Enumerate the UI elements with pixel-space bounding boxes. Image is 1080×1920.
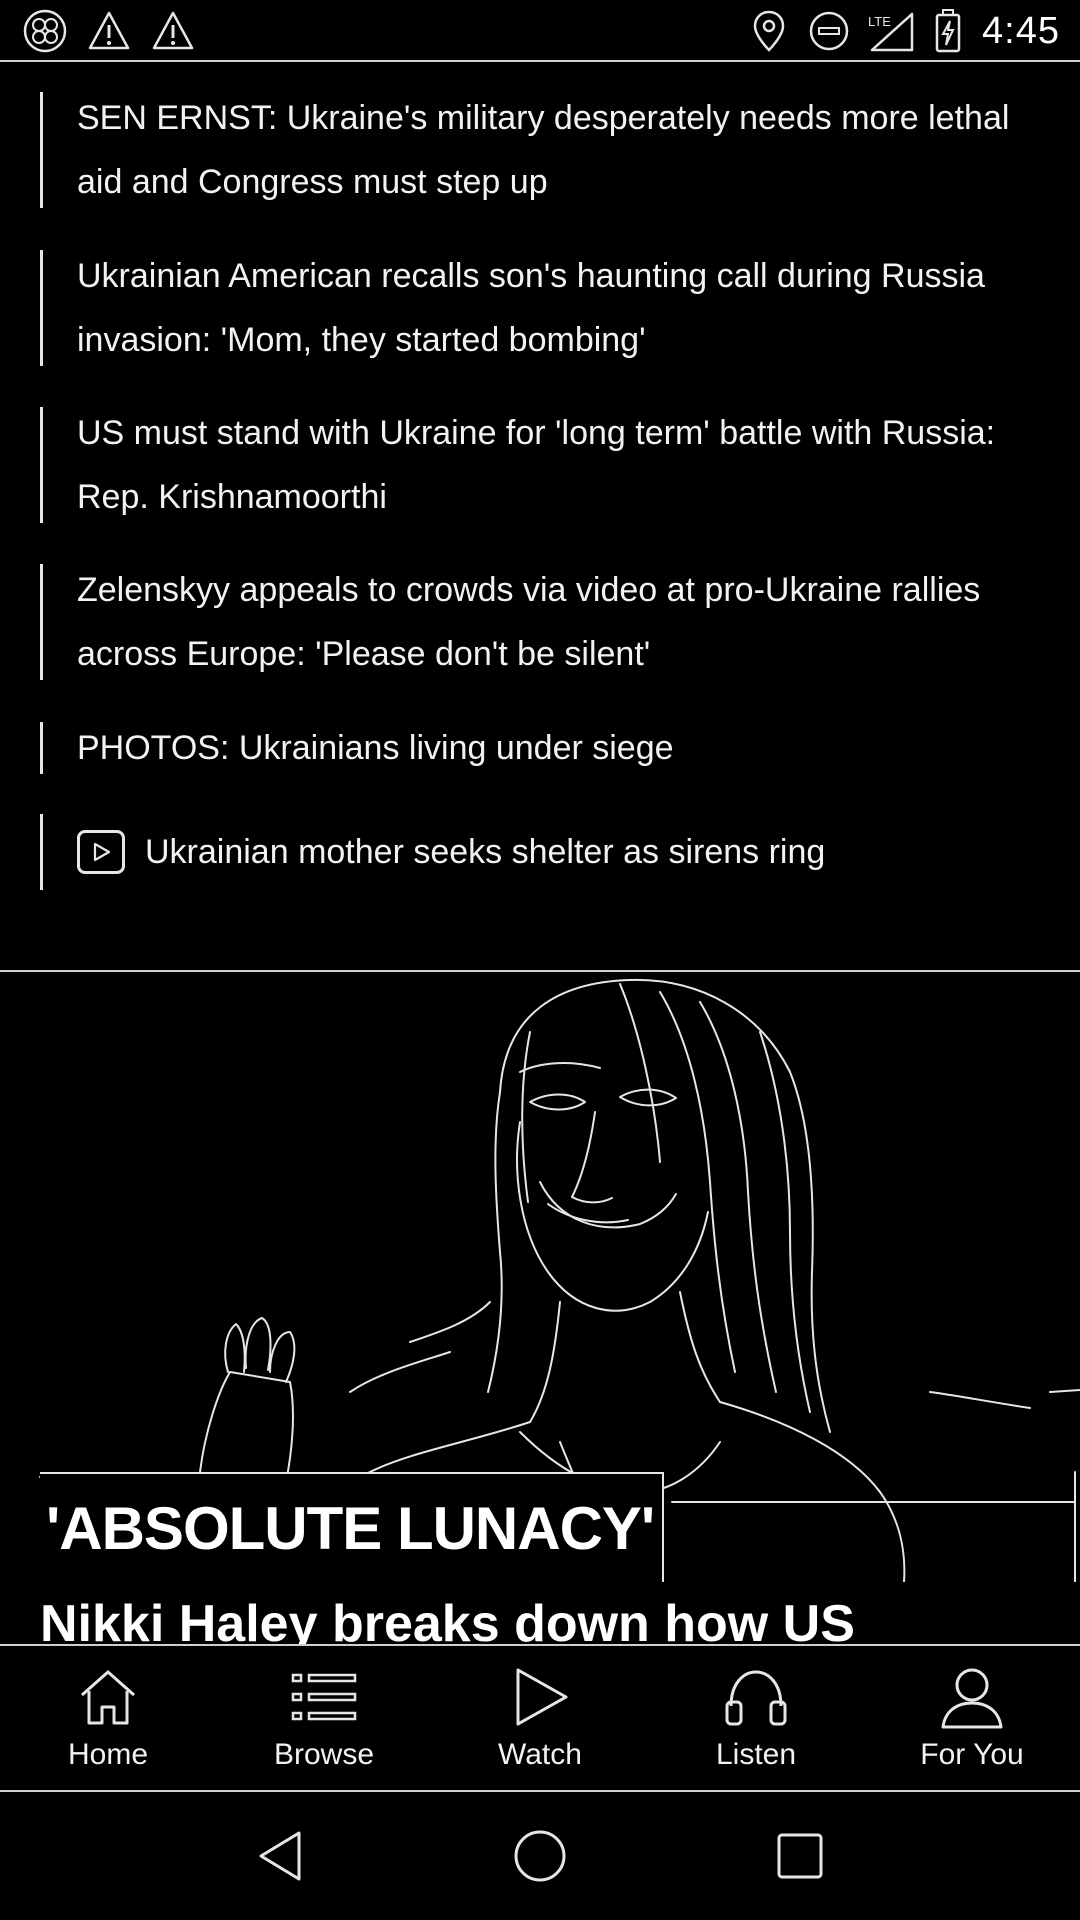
related-video-row: Ukrainian mother seeks shelter as sirens…: [77, 814, 1040, 890]
related-video-item[interactable]: Ukrainian mother seeks shelter as sirens…: [40, 814, 1040, 890]
status-time: 4:45: [982, 10, 1060, 52]
list-icon: [288, 1664, 360, 1730]
battery-charging-icon: [932, 8, 964, 54]
play-icon: [77, 830, 125, 874]
related-headline-item[interactable]: Ukrainian American recalls son's hauntin…: [40, 250, 1040, 366]
back-icon[interactable]: [245, 1821, 315, 1891]
tab-label: For You: [920, 1738, 1024, 1771]
hero-kicker: 'ABSOLUTE LUNACY': [46, 1494, 655, 1562]
headphones-icon: [720, 1664, 792, 1730]
play-icon: [504, 1664, 576, 1730]
tab-watch[interactable]: Watch: [432, 1646, 648, 1790]
tab-label: Browse: [273, 1738, 375, 1771]
status-left-icons: [22, 8, 196, 54]
lte-signal-icon: LTE: [866, 8, 918, 54]
related-headline-text: US must stand with Ukraine for 'long ter…: [77, 414, 996, 516]
warning-icon: [150, 8, 196, 54]
tab-label: Listen: [715, 1738, 797, 1771]
related-headline-item[interactable]: US must stand with Ukraine for 'long ter…: [40, 407, 1040, 523]
hero-story-card[interactable]: 'ABSOLUTE LUNACY' Nikki Haley breaks dow…: [0, 970, 1080, 1644]
warning-icon: [86, 8, 132, 54]
related-video-text: Ukrainian mother seeks shelter as sirens…: [145, 833, 826, 871]
do-not-disturb-icon: [806, 8, 852, 54]
tab-listen[interactable]: Listen: [648, 1646, 864, 1790]
tab-label: Home: [67, 1738, 149, 1771]
tab-browse[interactable]: Browse: [216, 1646, 432, 1790]
related-headline-text: Zelenskyy appeals to crowds via video at…: [77, 571, 981, 673]
related-headline-item[interactable]: PHOTOS: Ukrainians living under siege: [40, 722, 1040, 774]
home-icon: [72, 1664, 144, 1730]
tab-for-you[interactable]: For You: [864, 1646, 1080, 1790]
related-headline-text: Ukrainian American recalls son's hauntin…: [77, 257, 985, 359]
tab-home[interactable]: Home: [0, 1646, 216, 1790]
svg-text:LTE: LTE: [868, 14, 891, 29]
related-headline-text: SEN ERNST: Ukraine's military desperatel…: [77, 99, 1010, 201]
hero-headline[interactable]: Nikki Haley breaks down how US: [40, 1594, 855, 1644]
tab-label: Watch: [498, 1738, 582, 1771]
system-nav-bar: [0, 1792, 1080, 1920]
status-right-icons: LTE 4:45: [746, 8, 1060, 54]
app-notification-icon: [22, 8, 68, 54]
location-icon: [746, 8, 792, 54]
home-circle-icon[interactable]: [505, 1821, 575, 1891]
recents-icon[interactable]: [765, 1821, 835, 1891]
related-headline-text: PHOTOS: Ukrainians living under siege: [77, 729, 674, 767]
person-icon: [936, 1664, 1008, 1730]
related-headline-item[interactable]: Zelenskyy appeals to crowds via video at…: [40, 564, 1040, 680]
bottom-tab-bar: Home Browse Watch Listen For You: [0, 1644, 1080, 1792]
hero-kicker-box: 'ABSOLUTE LUNACY': [40, 1472, 665, 1582]
status-bar: LTE 4:45: [0, 0, 1080, 62]
related-headline-item[interactable]: SEN ERNST: Ukraine's military desperatel…: [40, 92, 1040, 208]
